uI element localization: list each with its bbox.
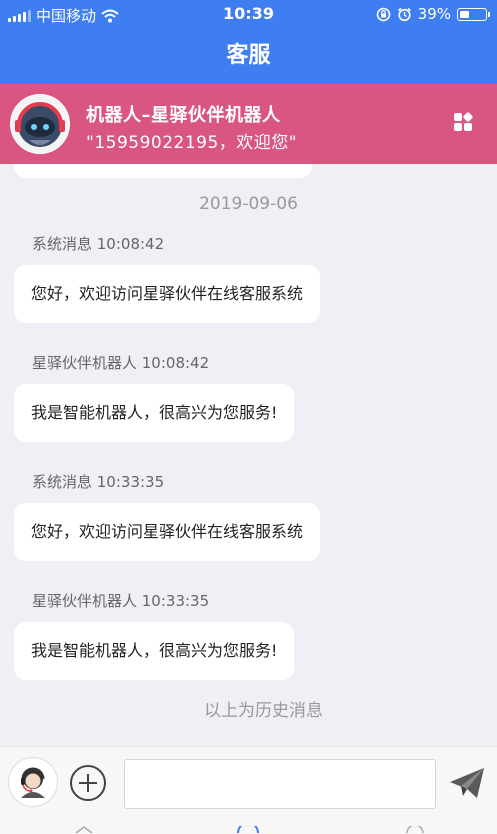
page-title: 客服 <box>0 28 497 84</box>
tab-bar-partial <box>75 826 424 833</box>
grid-menu-icon[interactable] <box>453 112 473 132</box>
alarm-icon <box>397 7 411 21</box>
message-input[interactable] <box>124 759 436 809</box>
send-icon[interactable] <box>447 763 487 803</box>
robot-avatar <box>10 94 70 154</box>
battery-percent: 39% <box>417 5 451 23</box>
message-bubble-partial <box>14 164 312 178</box>
message-bubble: 您好，欢迎访问星驿伙伴在线客服系统 <box>14 503 321 561</box>
input-bar <box>0 746 497 834</box>
orientation-lock-icon <box>376 7 390 21</box>
customer-service-icon <box>21 767 45 798</box>
robot-icon <box>11 95 69 153</box>
status-right: 39% <box>376 5 490 23</box>
add-attachment-button[interactable] <box>70 765 106 801</box>
message-meta: 星驿伙伴机器人 10:33:35 <box>32 592 210 610</box>
message-bubble: 我是智能机器人，很高兴为您服务! <box>14 384 295 442</box>
message-bubble: 您好，欢迎访问星驿伙伴在线客服系统 <box>14 265 321 323</box>
history-note: 以上为历史消息 <box>204 701 323 721</box>
message-meta: 星驿伙伴机器人 10:08:42 <box>32 354 210 372</box>
robot-name: 机器人–星驿伙伴机器人 <box>86 105 281 126</box>
date-divider: 2019-09-06 <box>199 194 298 214</box>
chat-history[interactable]: 2019-09-06 系统消息 10:08:42 您好，欢迎访问星驿伙伴在线客服… <box>0 164 497 746</box>
battery-icon <box>457 7 490 21</box>
message-bubble: 我是智能机器人，很高兴为您服务! <box>14 622 295 680</box>
message-meta: 系统消息 10:08:42 <box>32 235 165 253</box>
status-bar: 中国移动 10:39 39% <box>0 0 497 28</box>
robot-greeting: "15959022195，欢迎您" <box>86 133 298 153</box>
human-agent-button[interactable] <box>8 757 58 807</box>
message-meta: 系统消息 10:33:35 <box>32 473 165 491</box>
robot-header: 机器人–星驿伙伴机器人 "15959022195，欢迎您" <box>0 84 497 164</box>
